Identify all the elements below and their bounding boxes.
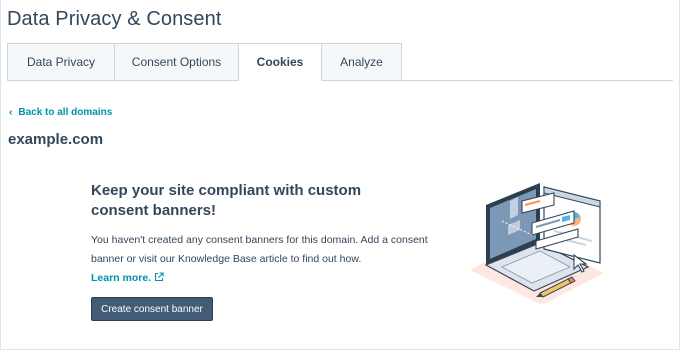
tab-analyze[interactable]: Analyze [322, 43, 402, 81]
back-to-all-domains-link[interactable]: ‹ Back to all domains [9, 107, 112, 118]
page-title: Data Privacy & Consent [7, 8, 222, 30]
tabs-divider [401, 80, 673, 81]
laptop-consent-banner-illustration [470, 183, 604, 305]
back-link-label: Back to all domains [18, 107, 113, 118]
create-consent-banner-button[interactable]: Create consent banner [91, 297, 213, 321]
tab-consent-options[interactable]: Consent Options [115, 43, 239, 81]
tab-bar: Data Privacy Consent Options Cookies Ana… [7, 43, 402, 81]
learn-more-link[interactable]: Learn more. [91, 272, 164, 284]
external-link-icon [155, 272, 164, 282]
tab-data-privacy[interactable]: Data Privacy [7, 43, 115, 81]
learn-more-label: Learn more. [91, 272, 152, 284]
chevron-left-icon: ‹ [9, 107, 13, 118]
empty-state-heading: Keep your site compliant with custom con… [91, 182, 362, 219]
empty-state-description: You haven't created any consent banners … [91, 234, 428, 265]
empty-state-body: You haven't created any consent banners … [91, 231, 436, 288]
tab-cookies[interactable]: Cookies [239, 43, 322, 81]
domain-title: example.com [8, 131, 104, 148]
